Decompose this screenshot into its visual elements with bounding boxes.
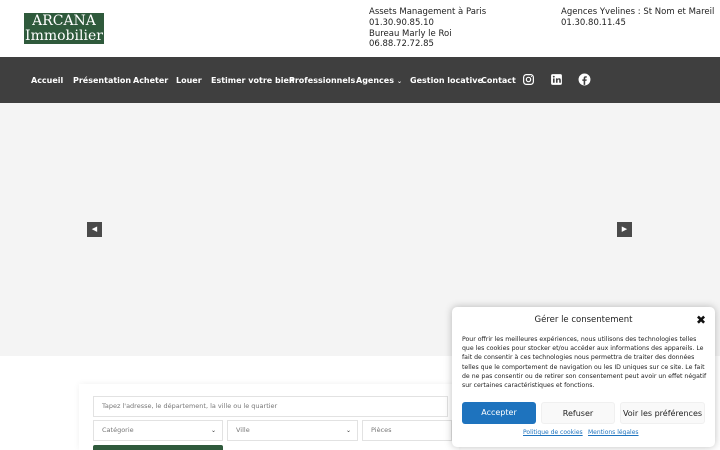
- city-select-value: Ville: [236, 426, 250, 434]
- contact-yvelines: Agences Yvelines : St Nom et Mareil 01.3…: [561, 7, 714, 29]
- instagram-icon[interactable]: [522, 73, 535, 86]
- contact-marly-phone[interactable]: 06.88.72.72.85: [369, 39, 486, 50]
- nav-item-agences[interactable]: Agences ⌄: [356, 57, 402, 103]
- arcana-logo[interactable]: ARCANA Immobilier: [24, 13, 104, 44]
- city-select[interactable]: Ville ⌄: [227, 420, 358, 441]
- nav-item-contact[interactable]: Contact: [481, 57, 516, 103]
- nav-item-accueil[interactable]: Accueil: [31, 57, 63, 103]
- preferences-button[interactable]: Voir les préférences: [620, 402, 705, 424]
- rooms-input-value: Pièces: [371, 426, 392, 434]
- rooms-input[interactable]: Pièces: [362, 420, 452, 441]
- logo-line-1: ARCANA: [32, 13, 96, 29]
- contact-paris-label: Assets Management à Paris: [369, 7, 487, 17]
- address-search-input[interactable]: Tapez l'adresse, le département, la vill…: [93, 396, 448, 417]
- accept-button[interactable]: Accepter: [462, 402, 536, 424]
- close-icon[interactable]: ✖: [696, 314, 706, 326]
- refuse-button[interactable]: Refuser: [541, 402, 615, 424]
- site-header: ARCANA Immobilier Assets Management à Pa…: [0, 0, 720, 57]
- nav-item-professionnels[interactable]: Professionnels: [289, 57, 355, 103]
- chevron-down-icon: ⌄: [396, 78, 402, 85]
- nav-item-estimer[interactable]: Estimer votre bien: [211, 57, 295, 103]
- chevron-down-icon: ⌄: [210, 427, 216, 434]
- logo-line-2: Immobilier: [25, 28, 103, 44]
- slider-prev-button[interactable]: ◀: [87, 222, 102, 237]
- cookie-policy-link[interactable]: Politique de cookies: [523, 429, 583, 436]
- nav-item-gestion-locative[interactable]: Gestion locative: [410, 57, 483, 103]
- category-select-value: Catégorie: [102, 426, 134, 434]
- facebook-icon[interactable]: [578, 73, 591, 86]
- consent-body: Pour offrir les meilleures expériences, …: [462, 336, 707, 390]
- linkedin-icon[interactable]: [550, 73, 563, 86]
- contact-yvelines-label: Agences Yvelines : St Nom et Mareil: [561, 7, 715, 17]
- legal-notice-link[interactable]: Mentions légales: [588, 429, 639, 436]
- category-select[interactable]: Catégorie ⌄: [93, 420, 223, 441]
- slider-next-button[interactable]: ▶: [617, 222, 632, 237]
- contact-yvelines-phone[interactable]: 01.30.80.11.45: [561, 18, 714, 29]
- contact-marly-label: Bureau Marly le Roi: [369, 28, 452, 39]
- nav-item-presentation[interactable]: Présentation: [73, 57, 131, 103]
- consent-title: Gérer le consentement: [534, 315, 633, 325]
- nav-item-acheter[interactable]: Acheter: [133, 57, 168, 103]
- contact-paris: Assets Management à Paris 01.30.90.85.10…: [369, 7, 486, 50]
- contact-paris-phone[interactable]: 01.30.90.85.10: [369, 18, 486, 29]
- main-nav: Accueil Présentation Acheter Louer Estim…: [0, 57, 720, 103]
- nav-item-agences-label: Agences: [356, 76, 394, 85]
- cookie-consent-dialog: Gérer le consentement ✖ Pour offrir les …: [452, 307, 715, 447]
- search-button[interactable]: [93, 445, 223, 450]
- nav-item-louer[interactable]: Louer: [176, 57, 202, 103]
- chevron-down-icon: ⌄: [345, 427, 351, 434]
